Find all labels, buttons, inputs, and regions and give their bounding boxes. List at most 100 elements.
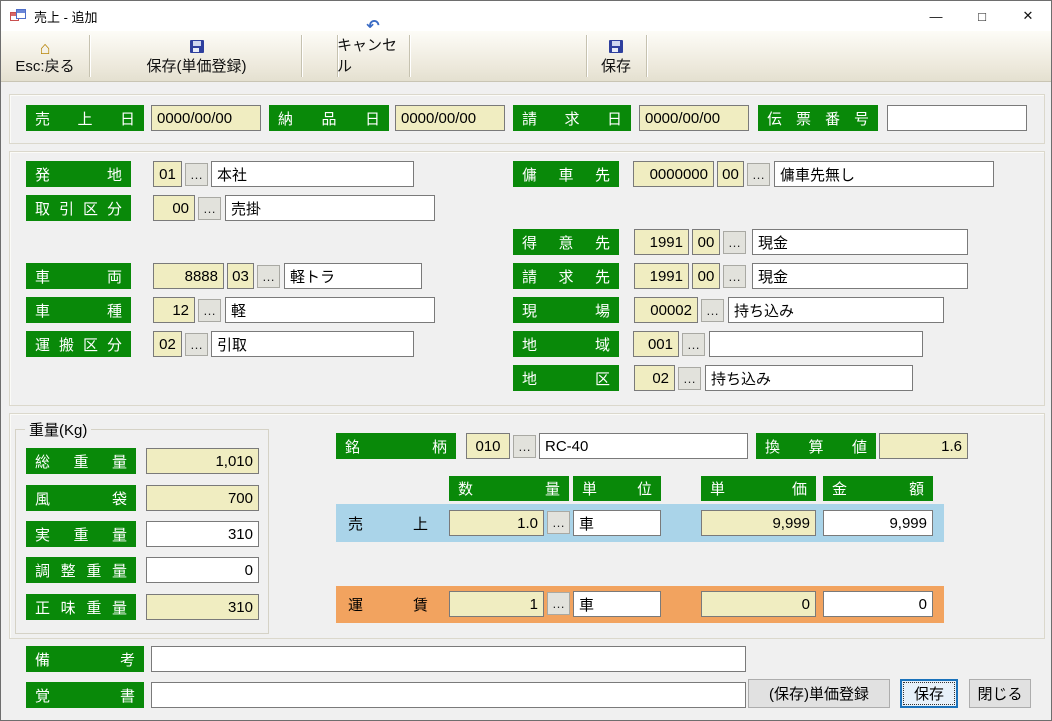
gross-weight-label: 総 重 量: [26, 448, 136, 474]
transport-type-code-field[interactable]: 02: [153, 331, 182, 357]
vehicle-name-field: 軽トラ: [284, 263, 422, 289]
freight-unit-lookup-button[interactable]: …: [547, 592, 570, 615]
maximize-button[interactable]: □: [959, 1, 1005, 31]
bill-to-name-field: 現金: [752, 263, 968, 289]
app-icon: [10, 9, 26, 23]
district-label: 地 区: [513, 365, 619, 391]
weight-group-title: 重量(Kg): [25, 419, 91, 440]
adjust-weight-label: 調 整 重 量: [26, 557, 136, 583]
freight-qty-field[interactable]: 1: [449, 591, 544, 617]
departure-name-field: 本社: [211, 161, 414, 187]
sales-price-field[interactable]: 9,999: [701, 510, 816, 536]
hired-carrier-code-field[interactable]: 0000000: [633, 161, 714, 187]
toolbar-separator: [409, 35, 410, 77]
net-weight-field[interactable]: 310: [146, 594, 259, 620]
close-button[interactable]: ✕: [1005, 1, 1051, 31]
transport-type-name-field: 引取: [211, 331, 414, 357]
transaction-type-lookup-button[interactable]: …: [198, 197, 221, 220]
customer-name-field: 現金: [752, 229, 968, 255]
district-name-field: 持ち込み: [705, 365, 913, 391]
brand-lookup-button[interactable]: …: [513, 435, 536, 458]
vehicle-class-code-field[interactable]: 12: [153, 297, 195, 323]
conversion-label: 換 算 値: [756, 433, 876, 459]
vehicle-class-lookup-button[interactable]: …: [198, 299, 221, 322]
district-code-field[interactable]: 02: [634, 365, 675, 391]
site-name-field: 持ち込み: [728, 297, 944, 323]
customer-label: 得 意 先: [513, 229, 619, 255]
hired-carrier-sub-code-field[interactable]: 00: [717, 161, 744, 187]
vehicle-class-label: 車 種: [26, 297, 131, 323]
site-code-field[interactable]: 00002: [634, 297, 698, 323]
customer-code-field[interactable]: 1991: [634, 229, 689, 255]
tare-weight-field[interactable]: 700: [146, 485, 259, 511]
sales-unit-field[interactable]: 車: [573, 510, 661, 536]
price-column-header: 単 価: [701, 476, 816, 501]
freight-amount-field: 0: [823, 591, 933, 617]
sales-qty-field[interactable]: 1.0: [449, 510, 544, 536]
hired-carrier-name-field: 傭車先無し: [774, 161, 994, 187]
departure-code-field[interactable]: 01: [153, 161, 182, 187]
minimize-button[interactable]: —: [913, 1, 959, 31]
sales-date-field[interactable]: 0000/00/00: [151, 105, 261, 131]
memo-field[interactable]: [151, 682, 746, 708]
sales-date-label: 売 上 日: [26, 105, 144, 131]
billing-date-label: 請 求 日: [513, 105, 631, 131]
conversion-field[interactable]: 1.6: [879, 433, 968, 459]
gross-weight-field[interactable]: 1,010: [146, 448, 259, 474]
save-icon: [190, 40, 204, 53]
slip-number-field[interactable]: [887, 105, 1027, 131]
sales-amount-field: 9,999: [823, 510, 933, 536]
save-button[interactable]: 保存: [900, 679, 958, 708]
delivery-date-label: 納 品 日: [269, 105, 389, 131]
save-unit-price-toolbar-button[interactable]: 保存(単価登録): [94, 33, 299, 79]
adjust-weight-field: 0: [146, 557, 259, 583]
undo-icon: ↶: [366, 20, 379, 34]
save-toolbar-button[interactable]: 保存: [587, 33, 645, 79]
vehicle-lookup-button[interactable]: …: [257, 265, 280, 288]
site-lookup-button[interactable]: …: [701, 299, 724, 322]
departure-lookup-button[interactable]: …: [185, 163, 208, 186]
toolbar-separator: [301, 35, 302, 77]
bill-to-lookup-button[interactable]: …: [723, 265, 746, 288]
save-unit-price-button[interactable]: (保存)単価登録: [748, 679, 890, 708]
home-icon: ⌂: [40, 41, 51, 55]
memo-label: 覚 書: [26, 682, 144, 708]
sales-unit-lookup-button[interactable]: …: [547, 511, 570, 534]
freight-unit-field[interactable]: 車: [573, 591, 661, 617]
transaction-type-code-field[interactable]: 00: [153, 195, 195, 221]
freight-row-title: 運 賃: [348, 594, 428, 615]
slip-number-label: 伝 票 番 号: [758, 105, 878, 131]
sales-add-window: 売上 - 追加 — □ ✕ ⌂ Esc:戻る 保存(単価登録) ↶ キャンセル …: [0, 0, 1052, 721]
qty-column-header: 数 量: [449, 476, 569, 501]
bill-to-code-field[interactable]: 1991: [634, 263, 689, 289]
freight-price-field[interactable]: 0: [701, 591, 816, 617]
toolbar-separator: [646, 35, 647, 77]
customer-lookup-button[interactable]: …: [723, 231, 746, 254]
back-button[interactable]: ⌂ Esc:戻る: [1, 33, 89, 79]
bill-to-sub-code-field[interactable]: 00: [692, 263, 720, 289]
vehicle-label: 車 両: [26, 263, 131, 289]
brand-code-field[interactable]: 010: [466, 433, 510, 459]
billing-date-field[interactable]: 0000/00/00: [639, 105, 749, 131]
transport-type-lookup-button[interactable]: …: [185, 333, 208, 356]
vehicle-code-field[interactable]: 8888: [153, 263, 224, 289]
close-form-button[interactable]: 閉じる: [969, 679, 1031, 708]
vehicle-sub-code-field[interactable]: 03: [227, 263, 254, 289]
transaction-type-label: 取 引 区 分: [26, 195, 131, 221]
delivery-date-field[interactable]: 0000/00/00: [395, 105, 505, 131]
hired-carrier-lookup-button[interactable]: …: [747, 163, 770, 186]
region-name-field: [709, 331, 923, 357]
district-lookup-button[interactable]: …: [678, 367, 701, 390]
customer-sub-code-field[interactable]: 00: [692, 229, 720, 255]
brand-label: 銘 柄: [336, 433, 456, 459]
bill-to-label: 請 求 先: [513, 263, 619, 289]
actual-weight-field: 310: [146, 521, 259, 547]
cancel-toolbar-button[interactable]: ↶ キャンセル: [337, 33, 409, 79]
region-code-field[interactable]: 001: [633, 331, 679, 357]
sales-row-title: 売 上: [348, 513, 428, 534]
titlebar: 売上 - 追加 — □ ✕: [1, 1, 1051, 31]
region-label: 地 域: [513, 331, 619, 357]
remarks-field[interactable]: [151, 646, 746, 672]
region-lookup-button[interactable]: …: [682, 333, 705, 356]
transport-type-label: 運 搬 区 分: [26, 331, 131, 357]
